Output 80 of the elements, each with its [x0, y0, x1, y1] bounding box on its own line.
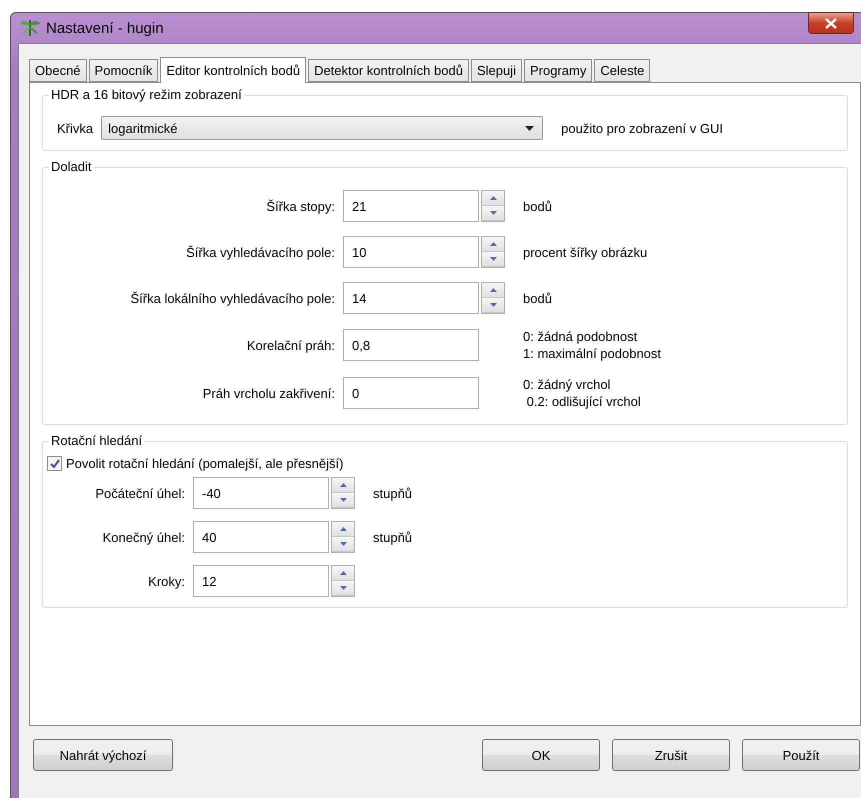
increment-button[interactable] — [332, 566, 354, 581]
increment-button[interactable] — [332, 522, 354, 537]
up-arrow-icon — [490, 242, 496, 246]
group-title: Rotační hledání — [49, 433, 144, 448]
field-label: Kroky: — [147, 574, 186, 588]
spin-buttons[interactable] — [331, 477, 355, 509]
unit-text: stupňů — [373, 484, 414, 502]
note-text: 0: žádná podobnost — [523, 328, 638, 345]
close-button[interactable] — [808, 12, 854, 34]
note-text: použito pro zobrazení v GUI — [561, 120, 723, 136]
field-label: Šířka stopy: — [265, 198, 336, 214]
dropdown-arrow-icon — [525, 126, 534, 130]
checkbox-label: Povolit rotační hledání (pomalejší, ale přesnější) — [66, 456, 344, 471]
decrement-button[interactable] — [332, 581, 354, 596]
down-arrow-icon — [340, 498, 346, 502]
input-field[interactable]: 40 — [193, 521, 329, 553]
input-field[interactable]: 0 — [343, 377, 479, 409]
unit-text: stupňů — [373, 528, 414, 546]
close-icon — [825, 18, 837, 28]
increment-button[interactable] — [482, 283, 504, 298]
input-field[interactable]: -40 — [193, 477, 329, 509]
note-text: 0.2: odlišující vrchol — [526, 393, 642, 410]
field-label: Počáteční úhel: — [94, 486, 186, 500]
tab[interactable]: Editor kontrolních bodů — [160, 57, 306, 83]
increment-button[interactable] — [482, 191, 504, 206]
down-arrow-icon — [490, 303, 496, 307]
up-arrow-icon — [340, 483, 346, 487]
tab[interactable]: Slepuji — [470, 59, 522, 82]
spin-buttons[interactable] — [481, 190, 505, 222]
note-text: bodů — [523, 290, 553, 306]
tab[interactable]: Obecné — [29, 59, 87, 82]
up-arrow-icon — [340, 571, 346, 575]
curve-dropdown[interactable]: logaritmické — [101, 116, 544, 140]
window-title: Nastavení - hugin — [46, 20, 164, 36]
field-label: Práh vrcholu zakřivení: — [202, 386, 336, 400]
decrement-button[interactable] — [482, 206, 504, 221]
tab[interactable]: Pomocník — [88, 59, 158, 82]
spin-buttons[interactable] — [481, 236, 505, 268]
spin-buttons[interactable] — [331, 521, 355, 553]
decrement-button[interactable] — [332, 537, 354, 552]
input-field[interactable]: 21 — [343, 190, 479, 222]
down-arrow-icon — [490, 211, 496, 215]
tab[interactable]: Celeste — [594, 59, 650, 82]
group-title: HDR a 16 bitový režim zobrazení — [49, 87, 244, 102]
tab[interactable]: Detektor kontrolních bodů — [308, 59, 469, 82]
input-field[interactable]: 12 — [193, 565, 329, 597]
input-field[interactable]: 0,8 — [343, 329, 479, 361]
increment-button[interactable] — [482, 237, 504, 252]
field-label: Konečný úhel: — [102, 530, 186, 544]
field-label: Křivka — [57, 120, 94, 136]
note-text: bodů — [523, 198, 553, 214]
down-arrow-icon — [490, 257, 496, 261]
dialog-button[interactable]: Použít — [742, 739, 860, 771]
down-arrow-icon — [340, 586, 346, 590]
down-arrow-icon — [340, 542, 346, 546]
input-field[interactable]: 10 — [343, 236, 479, 268]
load-defaults-button[interactable]: Nahrát výchozí — [33, 739, 173, 771]
dragonfly-icon — [20, 19, 40, 37]
note-text: 0: žádný vrchol — [523, 376, 612, 393]
dialog-button[interactable]: Zrušit — [612, 739, 730, 771]
spin-buttons[interactable] — [481, 282, 505, 314]
field-label: Šířka lokálního vyhledávacího pole: — [129, 290, 336, 306]
up-arrow-icon — [340, 527, 346, 531]
decrement-button[interactable] — [482, 298, 504, 313]
field-label: Korelační práh: — [246, 338, 336, 352]
decrement-button[interactable] — [332, 493, 354, 508]
decrement-button[interactable] — [482, 252, 504, 267]
input-field[interactable]: 14 — [343, 282, 479, 314]
check-icon — [50, 458, 60, 468]
increment-button[interactable] — [332, 478, 354, 493]
note-text: 1: maximální podobnost — [523, 345, 662, 362]
checkbox[interactable] — [47, 456, 62, 471]
group-title: Doladit — [49, 159, 94, 174]
field-label: Šířka vyhledávacího pole: — [185, 244, 336, 260]
spin-buttons[interactable] — [331, 565, 355, 597]
tab[interactable]: Programy — [524, 59, 592, 82]
dialog-button[interactable]: OK — [482, 739, 600, 771]
up-arrow-icon — [490, 196, 496, 200]
note-text: procent šířky obrázku — [523, 244, 648, 260]
up-arrow-icon — [490, 288, 496, 292]
